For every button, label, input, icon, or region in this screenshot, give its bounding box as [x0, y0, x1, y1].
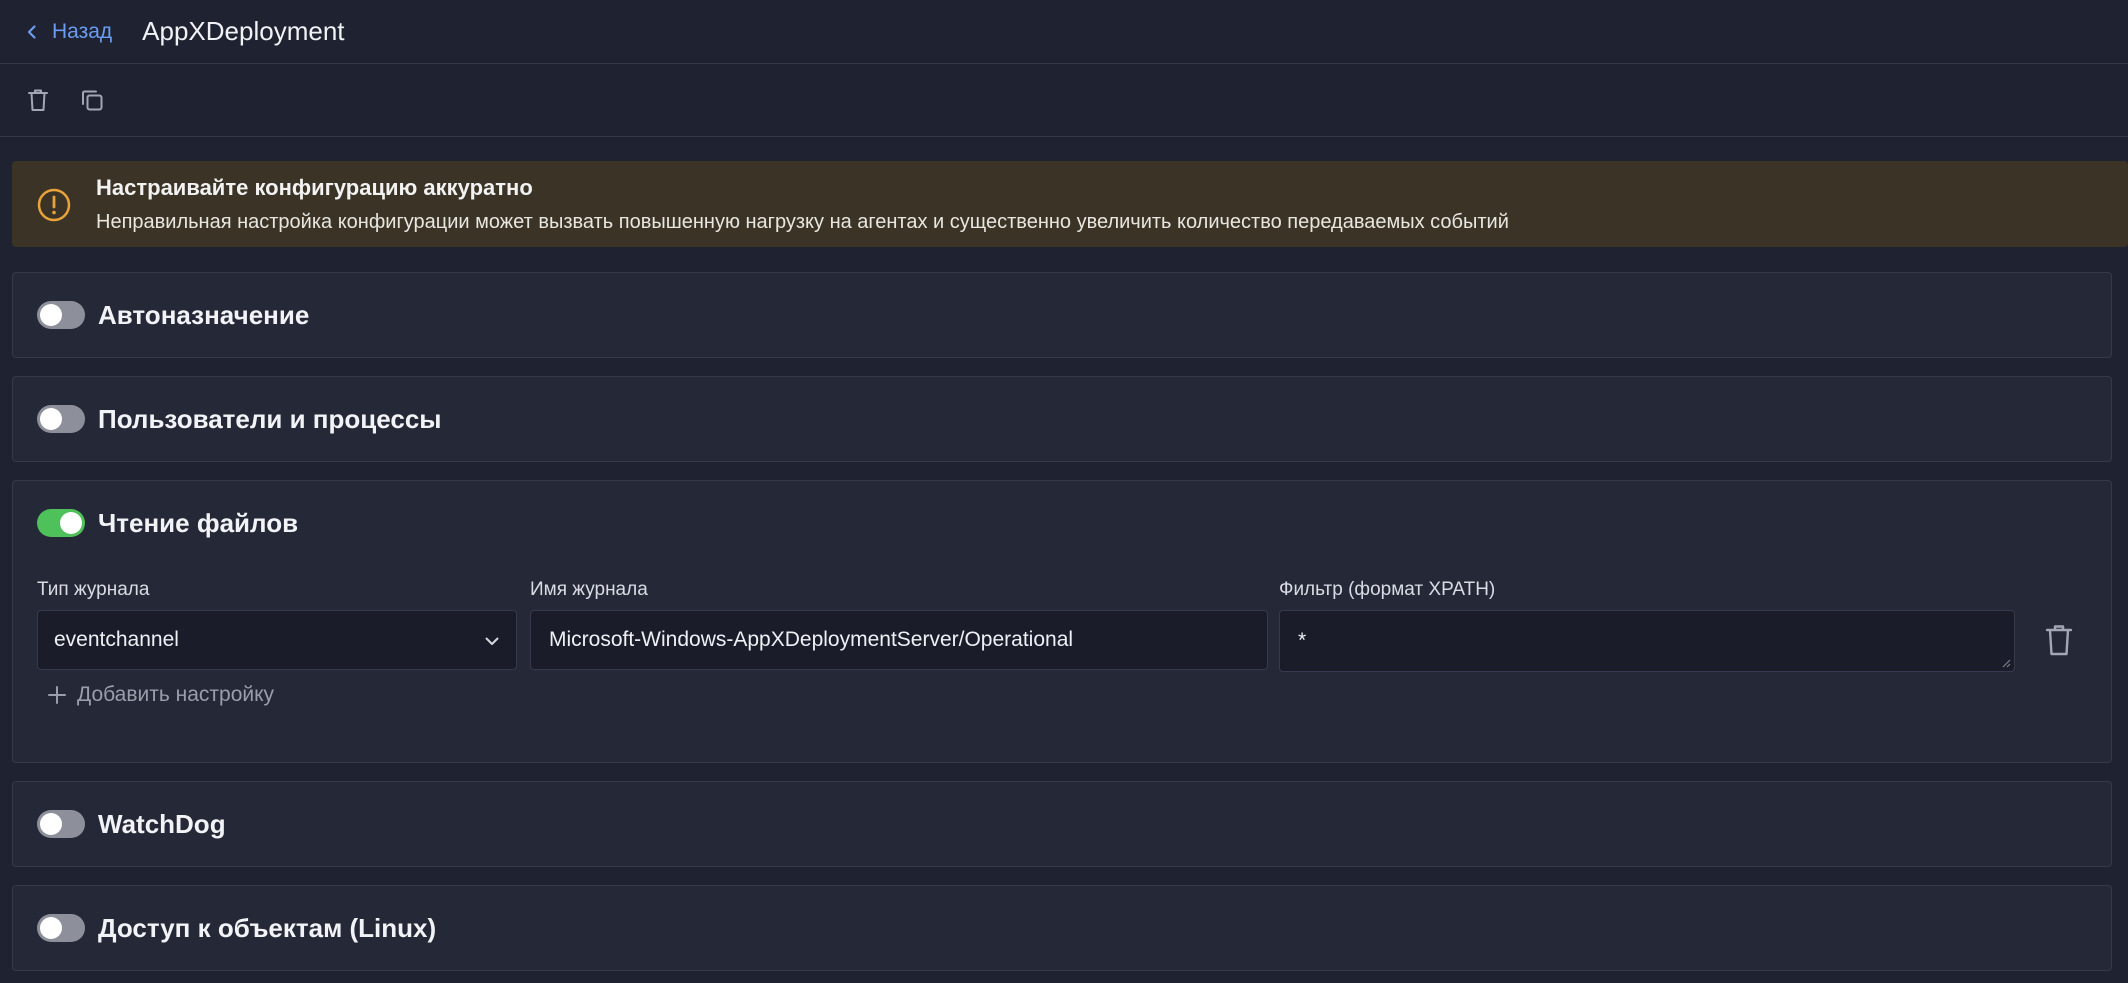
resize-handle-icon[interactable]: [2001, 658, 2011, 668]
section-watchdog: WatchDog: [12, 781, 2112, 867]
page-header: Назад AppXDeployment: [0, 0, 2128, 64]
object-access-toggle[interactable]: [37, 914, 85, 942]
log-name-value: Microsoft-Windows-AppXDeploymentServer/O…: [549, 628, 1074, 651]
back-button[interactable]: Назад: [24, 20, 112, 44]
plus-icon: [48, 686, 66, 704]
section-header: WatchDog: [13, 782, 2111, 866]
section-header: Доступ к объектам (Linux): [13, 886, 2111, 970]
section-title: Доступ к объектам (Linux): [98, 912, 437, 943]
filter-label: Фильтр (формат XPATH): [1279, 579, 1496, 600]
section-object-access-linux: Доступ к объектам (Linux): [12, 885, 2112, 971]
copy-button[interactable]: [76, 84, 108, 116]
section-auto-assign: Автоназначение: [12, 272, 2112, 358]
back-label: Назад: [52, 19, 113, 43]
warning-title: Настраивайте конфигурацию аккуратно: [96, 175, 533, 200]
file-reading-toggle[interactable]: [37, 509, 85, 537]
auto-assign-toggle[interactable]: [37, 301, 85, 329]
section-title: WatchDog: [98, 808, 226, 839]
chevron-left-icon: [27, 24, 36, 39]
watchdog-toggle[interactable]: [37, 810, 85, 838]
section-title: Пользователи и процессы: [98, 403, 442, 434]
section-users-processes: Пользователи и процессы: [12, 376, 2112, 462]
section-header: Чтение файлов: [13, 481, 2111, 565]
delete-button[interactable]: [22, 84, 54, 116]
filter-value: *: [1298, 629, 1307, 652]
section-title: Автоназначение: [98, 299, 310, 330]
filter-textarea[interactable]: *: [1279, 610, 2015, 672]
toolbar: [0, 64, 2128, 137]
warning-icon: [37, 188, 71, 222]
section-header: Автоназначение: [13, 273, 2111, 357]
trash-icon[interactable]: [2042, 622, 2076, 658]
page-title: AppXDeployment: [142, 16, 345, 46]
log-name-input[interactable]: Microsoft-Windows-AppXDeploymentServer/O…: [530, 610, 1268, 670]
log-type-value: eventchannel: [54, 628, 179, 651]
section-file-reading: Чтение файлов Тип журнала eventchannel И…: [12, 480, 2112, 763]
warning-text: Неправильная настройка конфигурации може…: [96, 211, 1509, 233]
copy-icon: [82, 90, 103, 111]
chevron-down-icon: [485, 637, 499, 645]
log-type-select[interactable]: eventchannel: [37, 610, 517, 670]
section-title: Чтение файлов: [98, 507, 299, 538]
add-setting-label: Добавить настройку: [77, 683, 275, 706]
users-processes-toggle[interactable]: [37, 405, 85, 433]
log-type-label: Тип журнала: [37, 579, 150, 600]
section-header: Пользователи и процессы: [13, 377, 2111, 461]
log-name-label: Имя журнала: [530, 579, 648, 600]
trash-icon: [28, 89, 48, 111]
add-setting-button[interactable]: Добавить настройку: [47, 683, 274, 707]
warning-banner: Настраивайте конфигурацию аккуратно Непр…: [12, 161, 2128, 247]
